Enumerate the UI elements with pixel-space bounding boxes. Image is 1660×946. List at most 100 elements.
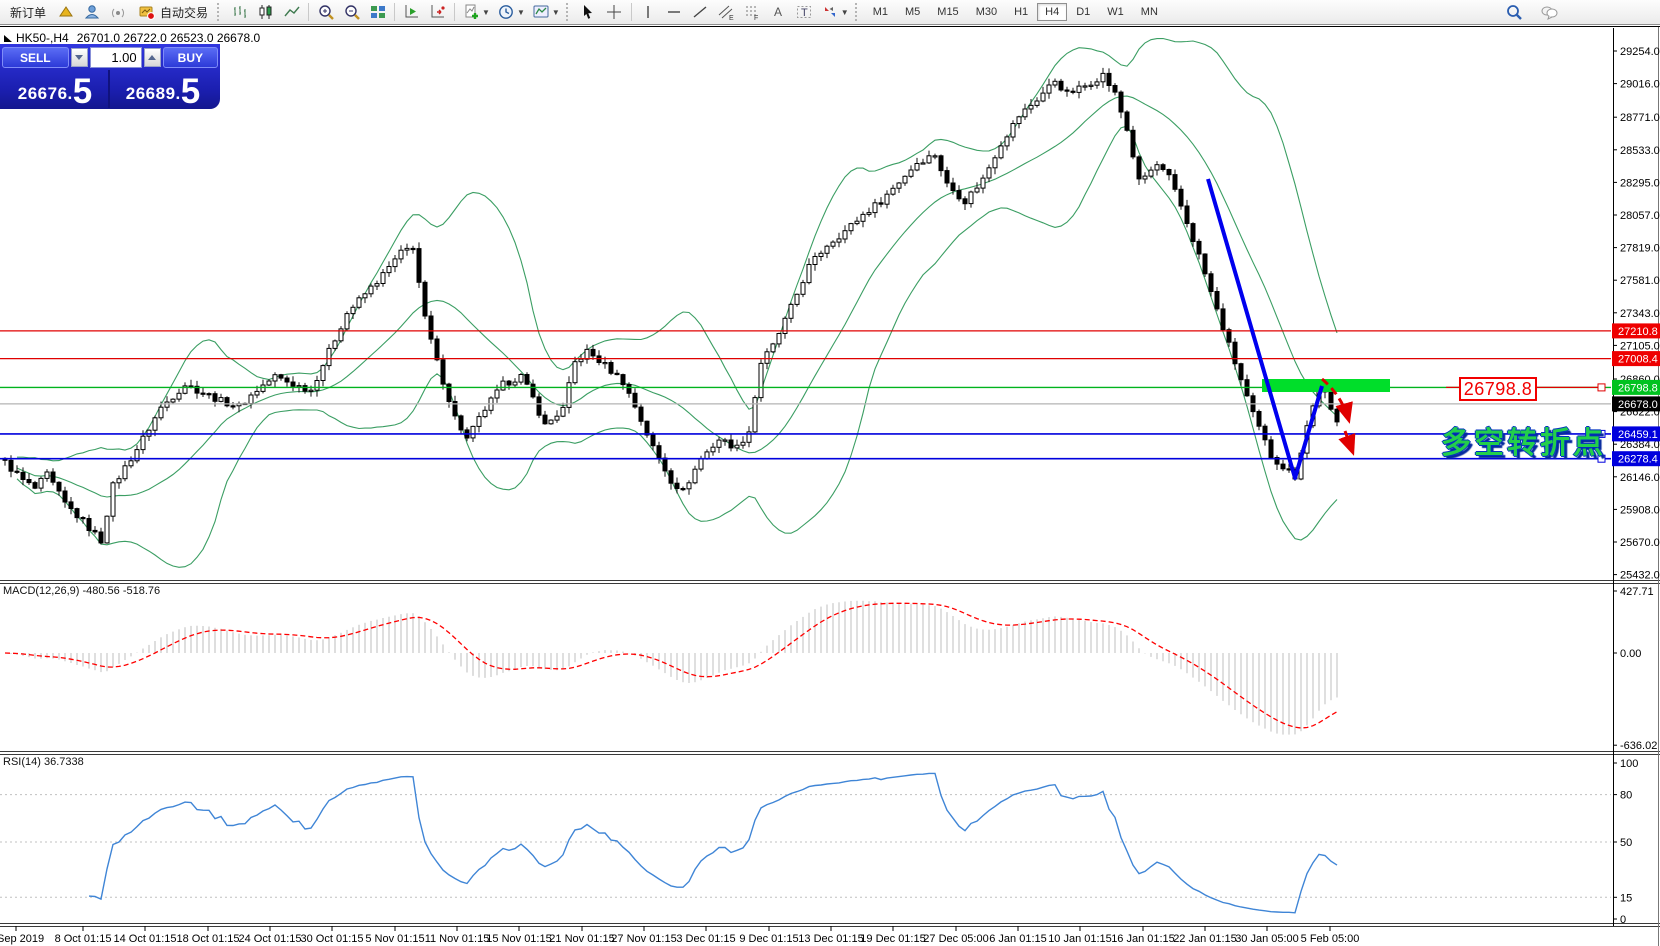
candle-body (669, 471, 673, 483)
auto-scroll-button[interactable] (399, 1, 424, 23)
candle-body (423, 282, 427, 316)
sell-price[interactable]: 26676.5 (2, 70, 108, 108)
candle-body (675, 483, 679, 488)
tile-windows-button[interactable] (365, 1, 390, 23)
toolbar-separator (631, 3, 632, 21)
candle-body (417, 249, 421, 283)
candle-body (951, 183, 955, 191)
line-handle-square[interactable] (1598, 384, 1605, 391)
price-tag-label[interactable]: 26798.8 (1459, 377, 1537, 401)
tf-button-d1[interactable]: D1 (1068, 3, 1098, 21)
chart-shift-button[interactable] (425, 1, 450, 23)
chart-canvas[interactable]: 29254.029016.028771.028533.028295.028057… (0, 27, 1660, 946)
candle-body (957, 191, 961, 199)
sell-button[interactable]: SELL (2, 47, 69, 68)
auto-trading-button[interactable]: 自动交易 (131, 1, 214, 23)
candle-body (1095, 82, 1099, 85)
periods-button[interactable]: ▼ (494, 1, 528, 23)
candle-body (99, 532, 103, 543)
candlestick-chart-button[interactable] (253, 1, 278, 23)
time-axis-label: 3 Dec 01:15 (676, 933, 735, 945)
text-button[interactable]: A (766, 1, 791, 23)
arrows-button[interactable]: ▼ (818, 1, 852, 23)
horizontal-line-button[interactable] (662, 1, 687, 23)
cursor-icon (579, 3, 598, 21)
vertical-line-icon (639, 3, 658, 21)
time-axis-label: 5 Nov 01:15 (365, 933, 424, 945)
volume-down-button[interactable] (71, 48, 88, 67)
tf-button-m30[interactable]: M30 (968, 3, 1005, 21)
tf-button-mn[interactable]: MN (1133, 3, 1166, 21)
fibonacci-button[interactable]: F (740, 1, 765, 23)
volume-input[interactable] (90, 47, 142, 68)
trade-panel-prices: 26676.5 26689.5 (2, 70, 218, 108)
candle-body (225, 398, 229, 406)
candles (3, 68, 1339, 545)
auto-trading-label: 自动交易 (160, 4, 208, 21)
equidistant-channel-icon: E (717, 3, 736, 21)
candle-body (345, 314, 349, 329)
candle-body (45, 472, 49, 478)
candle-body (1281, 464, 1285, 469)
crosshair-button[interactable] (602, 1, 627, 23)
zoom-out-button[interactable] (339, 1, 364, 23)
candle-body (153, 418, 157, 430)
price-badge-label: 26678.0 (1618, 399, 1658, 411)
chat-button[interactable] (1536, 1, 1561, 23)
profile-button[interactable] (79, 1, 104, 23)
text-label-button[interactable]: T (792, 1, 817, 23)
candle-body (141, 436, 145, 449)
cursor-button[interactable] (576, 1, 601, 23)
tf-button-m5[interactable]: M5 (897, 3, 928, 21)
price-tick-label: 27819.0 (1620, 243, 1660, 255)
triangle-down-icon (75, 55, 83, 60)
candle-body (585, 349, 589, 359)
zoom-in-button[interactable] (313, 1, 338, 23)
buy-button[interactable]: BUY (163, 47, 218, 68)
candle-body (117, 479, 121, 483)
candle-body (177, 393, 181, 399)
channel-letter: E (729, 15, 734, 21)
equidistant-channel-button[interactable]: E (714, 1, 739, 23)
candle-body (903, 176, 907, 183)
toolbar-separator (308, 3, 309, 21)
candle-body (483, 410, 487, 416)
volume-up-button[interactable] (144, 48, 161, 67)
new-order-button[interactable]: 新订单 (4, 2, 52, 23)
candle-body (753, 398, 757, 432)
candle-body (795, 294, 799, 304)
vertical-line-button[interactable] (636, 1, 661, 23)
line-chart-button[interactable] (279, 1, 304, 23)
tf-button-w1[interactable]: W1 (1099, 3, 1132, 21)
candle-body (537, 397, 541, 415)
candle-body (267, 381, 271, 385)
candle-body (549, 420, 553, 424)
time-axis-label: 11 Nov 01:15 (425, 933, 490, 945)
candle-body (501, 381, 505, 390)
candle-body (1209, 274, 1213, 292)
rsi-tick-label: 15 (1620, 892, 1632, 904)
label-letter: T (801, 7, 808, 19)
trendline-button[interactable] (688, 1, 713, 23)
tf-button-h4[interactable]: H4 (1037, 3, 1067, 21)
signals-button[interactable] (105, 1, 130, 23)
zoom-in-icon (316, 3, 335, 21)
time-axis-label: 8 Oct 01:15 (55, 933, 112, 945)
templates-button[interactable]: ▼ (529, 1, 563, 23)
buy-price[interactable]: 26689.5 (108, 70, 216, 108)
candle-body (363, 294, 367, 298)
tf-button-m1[interactable]: M1 (865, 3, 896, 21)
tf-button-h1[interactable]: H1 (1006, 3, 1036, 21)
tf-button-m15[interactable]: M15 (929, 3, 966, 21)
indicators-button[interactable]: ▼ (459, 1, 493, 23)
chart-note-text[interactable]: 多空转折点 (1441, 418, 1606, 462)
price-tick-label: 28533.0 (1620, 145, 1660, 157)
rsi-tick-label: 80 (1620, 790, 1632, 802)
market-watch-button[interactable] (53, 1, 78, 23)
bar-chart-button[interactable] (227, 1, 252, 23)
candle-body (1005, 137, 1009, 146)
candle-body (777, 334, 781, 344)
chart-header: HK50-,H426701.0 26722.0 26523.0 26678.0 (16, 31, 260, 45)
time-axis-label: 13 Dec 01:15 (798, 933, 863, 945)
search-button[interactable] (1501, 1, 1526, 23)
